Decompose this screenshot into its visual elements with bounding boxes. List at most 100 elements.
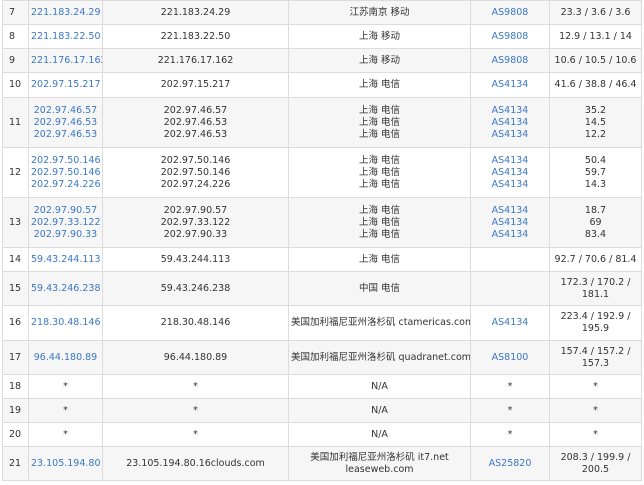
ip-link-line[interactable]: 221.176.17.162 bbox=[31, 55, 102, 67]
asn-link-line[interactable]: AS4134 bbox=[473, 117, 547, 129]
latency-line: 35.2 bbox=[584, 104, 607, 116]
latency: 41.6 / 38.8 / 46.4 bbox=[549, 72, 642, 98]
asn-link[interactable]: AS4134 AS4134 AS4134 bbox=[470, 197, 550, 248]
ip-link-line[interactable]: 23.105.194.80 bbox=[31, 458, 101, 470]
latency-line: 157.3 bbox=[581, 357, 610, 369]
location: 美国加利福尼亚州洛杉矶 it7.net leaseweb.com bbox=[288, 446, 471, 481]
ip-link-line[interactable]: 202.97.90.57 bbox=[31, 205, 100, 217]
latency-line: 59.7 bbox=[584, 166, 607, 178]
asn-link-line: * bbox=[507, 428, 513, 440]
ip-link[interactable]: 202.97.90.57 202.97.33.122 202.97.90.33 bbox=[28, 197, 103, 248]
traceroute-table: 7 221.183.24.29 221.183.24.29 江苏南京 移动 AS9808… bbox=[2, 0, 642, 481]
ip-link-line[interactable]: 96.44.180.89 bbox=[31, 352, 100, 364]
ip-link-line[interactable]: 202.97.46.53 bbox=[31, 129, 100, 141]
latency: * bbox=[549, 374, 642, 399]
ip-link-line[interactable]: 202.97.46.53 bbox=[31, 117, 100, 129]
hostname-line: 202.97.15.217 bbox=[160, 79, 231, 90]
asn-link-line[interactable]: AS4134 bbox=[473, 217, 547, 229]
hostname-line: 221.183.24.29 bbox=[160, 6, 231, 18]
asn-link-line[interactable]: AS4134 bbox=[473, 105, 547, 117]
asn-link[interactable]: AS9808 bbox=[470, 0, 550, 25]
ip-link-line[interactable]: 202.97.90.33 bbox=[31, 229, 100, 241]
ip-link[interactable]: 221.176.17.162 bbox=[28, 48, 103, 73]
latency-line: 23.3 / 3.6 / 3.6 bbox=[560, 6, 631, 18]
location-line: 上海 电信 bbox=[358, 178, 401, 190]
asn-link-line[interactable]: AS9808 bbox=[473, 31, 547, 43]
asn-link[interactable]: AS25820 bbox=[470, 446, 550, 481]
table-row: 12 202.97.50.146 202.97.50.146 202.97.24.22… bbox=[2, 147, 642, 198]
ip-link[interactable]: 202.97.50.146 202.97.50.146 202.97.24.226 bbox=[28, 147, 103, 198]
hop-number: 15 bbox=[2, 271, 29, 306]
asn-link[interactable]: AS9808 bbox=[470, 24, 550, 49]
ip-link[interactable]: 23.105.194.80 bbox=[28, 446, 103, 481]
ip-link[interactable]: 59.43.246.238 bbox=[28, 271, 103, 306]
asn-link-line[interactable]: AS8100 bbox=[473, 352, 547, 364]
ip-link-line[interactable]: 218.30.48.146 bbox=[31, 317, 101, 329]
latency: 208.3 / 199.9 /200.5 bbox=[549, 446, 642, 481]
ip-link-line[interactable]: 202.97.50.146 bbox=[31, 155, 101, 167]
ip-link-line[interactable]: 202.97.24.226 bbox=[31, 179, 101, 191]
ip-link-line[interactable]: 202.97.50.146 bbox=[31, 167, 101, 179]
location-line: 上海 电信 bbox=[358, 128, 401, 140]
asn-link[interactable]: AS4134 AS4134 AS4134 bbox=[470, 97, 550, 148]
ip-link-line[interactable]: 221.183.24.29 bbox=[31, 7, 101, 19]
hop-number: 18 bbox=[2, 374, 29, 399]
asn-link[interactable]: AS8100 bbox=[470, 340, 550, 375]
location-line: N/A bbox=[371, 404, 388, 416]
asn-link-line[interactable]: AS4134 bbox=[473, 155, 547, 167]
hostname-line: 221.176.17.162 bbox=[157, 54, 234, 66]
ip-link-line[interactable]: 202.97.46.57 bbox=[31, 105, 100, 117]
asn-link[interactable]: AS4134 AS4134 AS4134 bbox=[470, 147, 550, 198]
ip-link[interactable]: 221.183.22.50 bbox=[28, 24, 103, 49]
ip-link-line[interactable]: 202.97.15.217 bbox=[31, 79, 101, 91]
location: 上海 移动 bbox=[288, 24, 471, 49]
hop-number: 19 bbox=[2, 398, 29, 423]
asn-link-line[interactable]: AS4134 bbox=[473, 205, 547, 217]
ip-link[interactable]: 218.30.48.146 bbox=[28, 305, 103, 341]
latency-line: 92.7 / 70.6 / 81.4 bbox=[554, 253, 637, 265]
asn-link-line[interactable]: AS9808 bbox=[473, 55, 547, 67]
hostname: 221.176.17.162 bbox=[102, 48, 289, 73]
table-row: 9 221.176.17.162 221.176.17.162 上海 移动 AS9808… bbox=[2, 48, 642, 73]
location-line: 上海 电信 bbox=[358, 204, 401, 216]
asn-link-line[interactable]: AS4134 bbox=[473, 79, 547, 91]
asn-link-line[interactable]: AS4134 bbox=[473, 229, 547, 241]
ip-link-line[interactable]: 221.183.22.50 bbox=[31, 31, 101, 43]
location-line: 上海 电信 bbox=[358, 116, 401, 128]
latency-line: 41.6 / 38.8 / 46.4 bbox=[554, 79, 637, 90]
table-row: 17 96.44.180.89 96.44.180.89 美国加利福尼亚州洛杉矶 qu… bbox=[2, 340, 642, 375]
asn-link-line[interactable]: AS9808 bbox=[473, 7, 547, 19]
asn-link-line[interactable]: AS4134 bbox=[473, 129, 547, 141]
asn-link[interactable]: AS9808 bbox=[470, 48, 550, 73]
ip-link-line[interactable]: 59.43.246.238 bbox=[31, 283, 101, 295]
asn-link[interactable]: AS4134 bbox=[470, 305, 550, 341]
asn-link[interactable]: AS4134 bbox=[470, 72, 550, 98]
ip-link[interactable]: 96.44.180.89 bbox=[28, 340, 103, 375]
table-row: 8 221.183.22.50 221.183.22.50 上海 移动 AS9808 12… bbox=[2, 24, 642, 49]
latency: 12.9 / 13.1 / 14 bbox=[549, 24, 642, 49]
asn-link-line[interactable]: AS4134 bbox=[473, 179, 547, 191]
asn-link-line[interactable]: AS25820 bbox=[473, 458, 547, 470]
ip-link[interactable]: 59.43.244.113 bbox=[28, 247, 103, 272]
hostname-line: 59.43.244.113 bbox=[160, 253, 231, 265]
latency: 157.4 / 157.2 /157.3 bbox=[549, 340, 642, 375]
hostname-line: 202.97.24.226 bbox=[160, 178, 231, 190]
hostname-line: 23.105.194.80.16clouds.com bbox=[126, 457, 265, 469]
asn-link bbox=[470, 271, 550, 306]
hostname: 202.97.15.217 bbox=[102, 72, 289, 98]
ip-link-line[interactable]: 202.97.33.122 bbox=[31, 217, 101, 229]
asn-link: * bbox=[470, 374, 550, 399]
ip-link[interactable]: 202.97.15.217 bbox=[28, 72, 103, 98]
asn-link-line[interactable]: AS4134 bbox=[473, 317, 547, 329]
latency-line: * bbox=[593, 404, 598, 416]
ip-link[interactable]: 221.183.24.29 bbox=[28, 0, 103, 25]
ip-link[interactable]: 202.97.46.57 202.97.46.53 202.97.46.53 bbox=[28, 97, 103, 148]
latency: 172.3 / 170.2 /181.1 bbox=[549, 271, 642, 306]
ip-link-line[interactable]: 59.43.244.113 bbox=[31, 254, 101, 266]
ip-link-line: * bbox=[63, 404, 68, 416]
location: 上海 电信 bbox=[288, 247, 471, 272]
location: 上海 电信 上海 电信 上海 电信 bbox=[288, 197, 471, 248]
hostname-line: * bbox=[193, 380, 198, 392]
latency-line: 14.3 bbox=[584, 178, 607, 190]
asn-link-line[interactable]: AS4134 bbox=[473, 167, 547, 179]
